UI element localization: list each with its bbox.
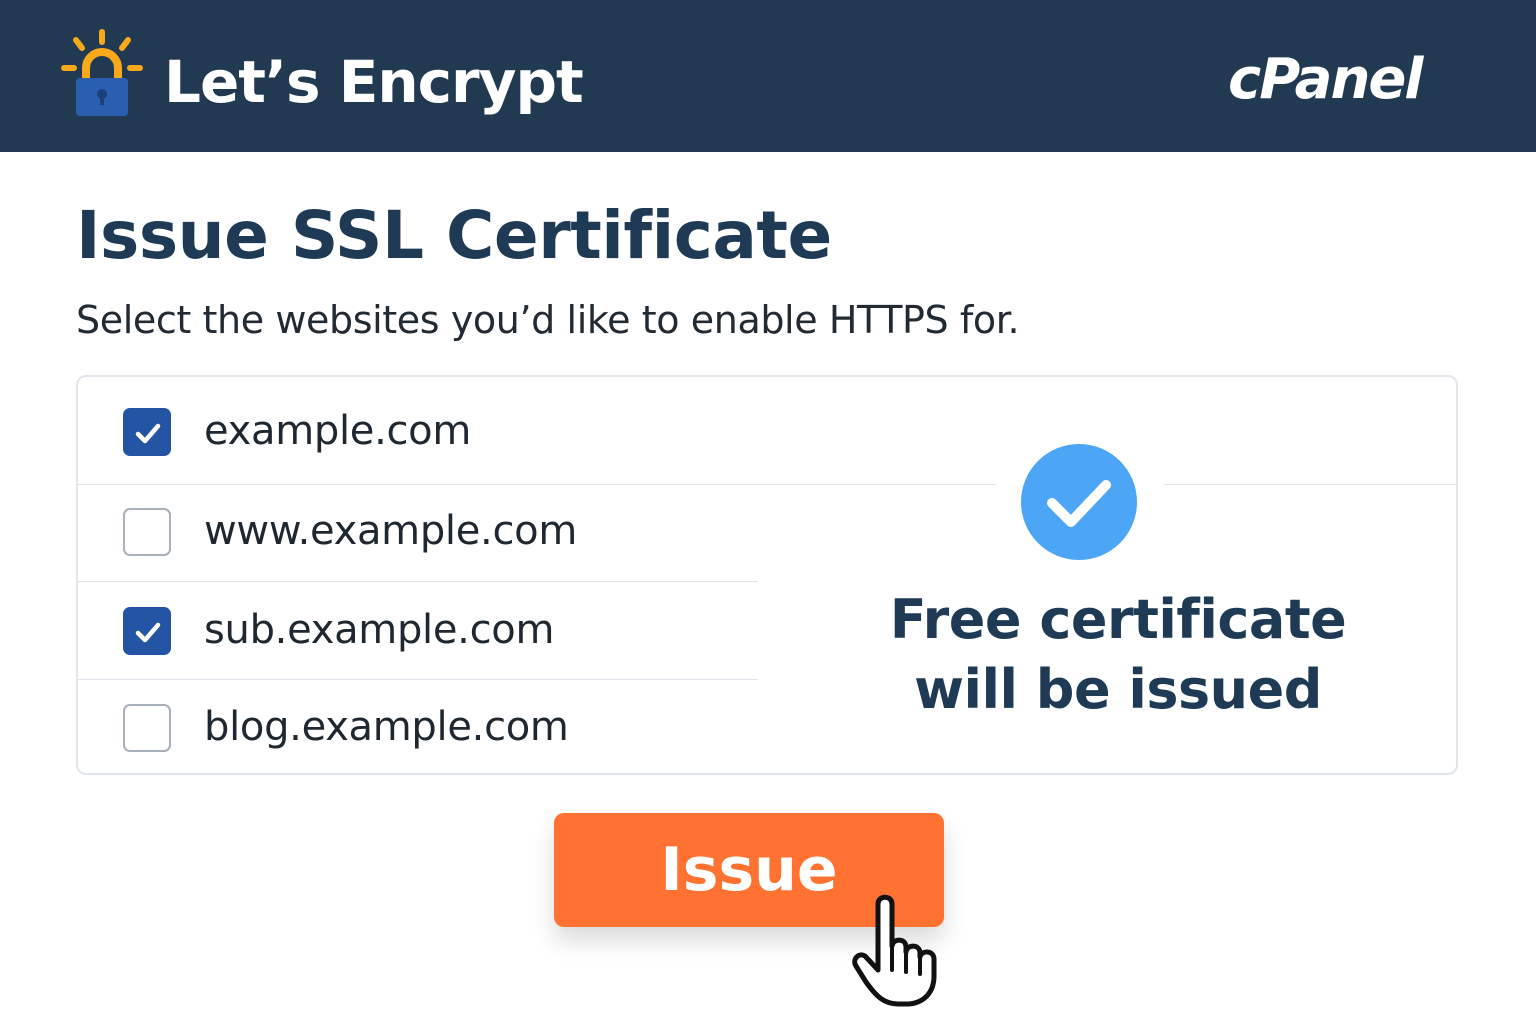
domain-list-panel: example.com www.example.com sub.example.… [76,375,1458,775]
domain-checkbox[interactable] [123,408,171,456]
check-circle-icon [1021,444,1137,560]
padlock-sunburst-icon [61,29,143,116]
domain-checkbox[interactable] [123,508,171,556]
domain-label: blog.example.com [204,704,569,750]
checkmark-icon [135,423,161,444]
row-divider [1164,484,1458,485]
domain-label: www.example.com [204,508,578,554]
domain-checkbox[interactable] [123,704,171,752]
page-subtitle: Select the websites you’d like to enable… [76,298,1020,342]
domain-label: sub.example.com [204,607,555,653]
top-header: Let’s Encrypt cPanel [0,0,1536,152]
free-message-line-1: Free certificate [889,588,1347,651]
page-title: Issue SSL Certificate [76,197,832,274]
domain-label: example.com [204,408,472,454]
domain-row-blog-example-com[interactable]: blog.example.com [78,679,758,777]
hand-pointer-icon [852,894,937,1007]
domain-checkbox[interactable] [123,607,171,655]
free-certificate-message: Free certificate will be issued [838,585,1398,725]
app-title: Let’s Encrypt [164,48,584,116]
cpanel-logo: cPanel [1228,47,1423,112]
free-message-line-2: will be issued [914,658,1322,721]
domain-row-www-example-com[interactable]: www.example.com [78,483,758,581]
checkmark-icon [135,622,161,643]
domain-row-sub-example-com[interactable]: sub.example.com [78,582,758,680]
domain-row-example-com[interactable]: example.com [78,383,758,481]
